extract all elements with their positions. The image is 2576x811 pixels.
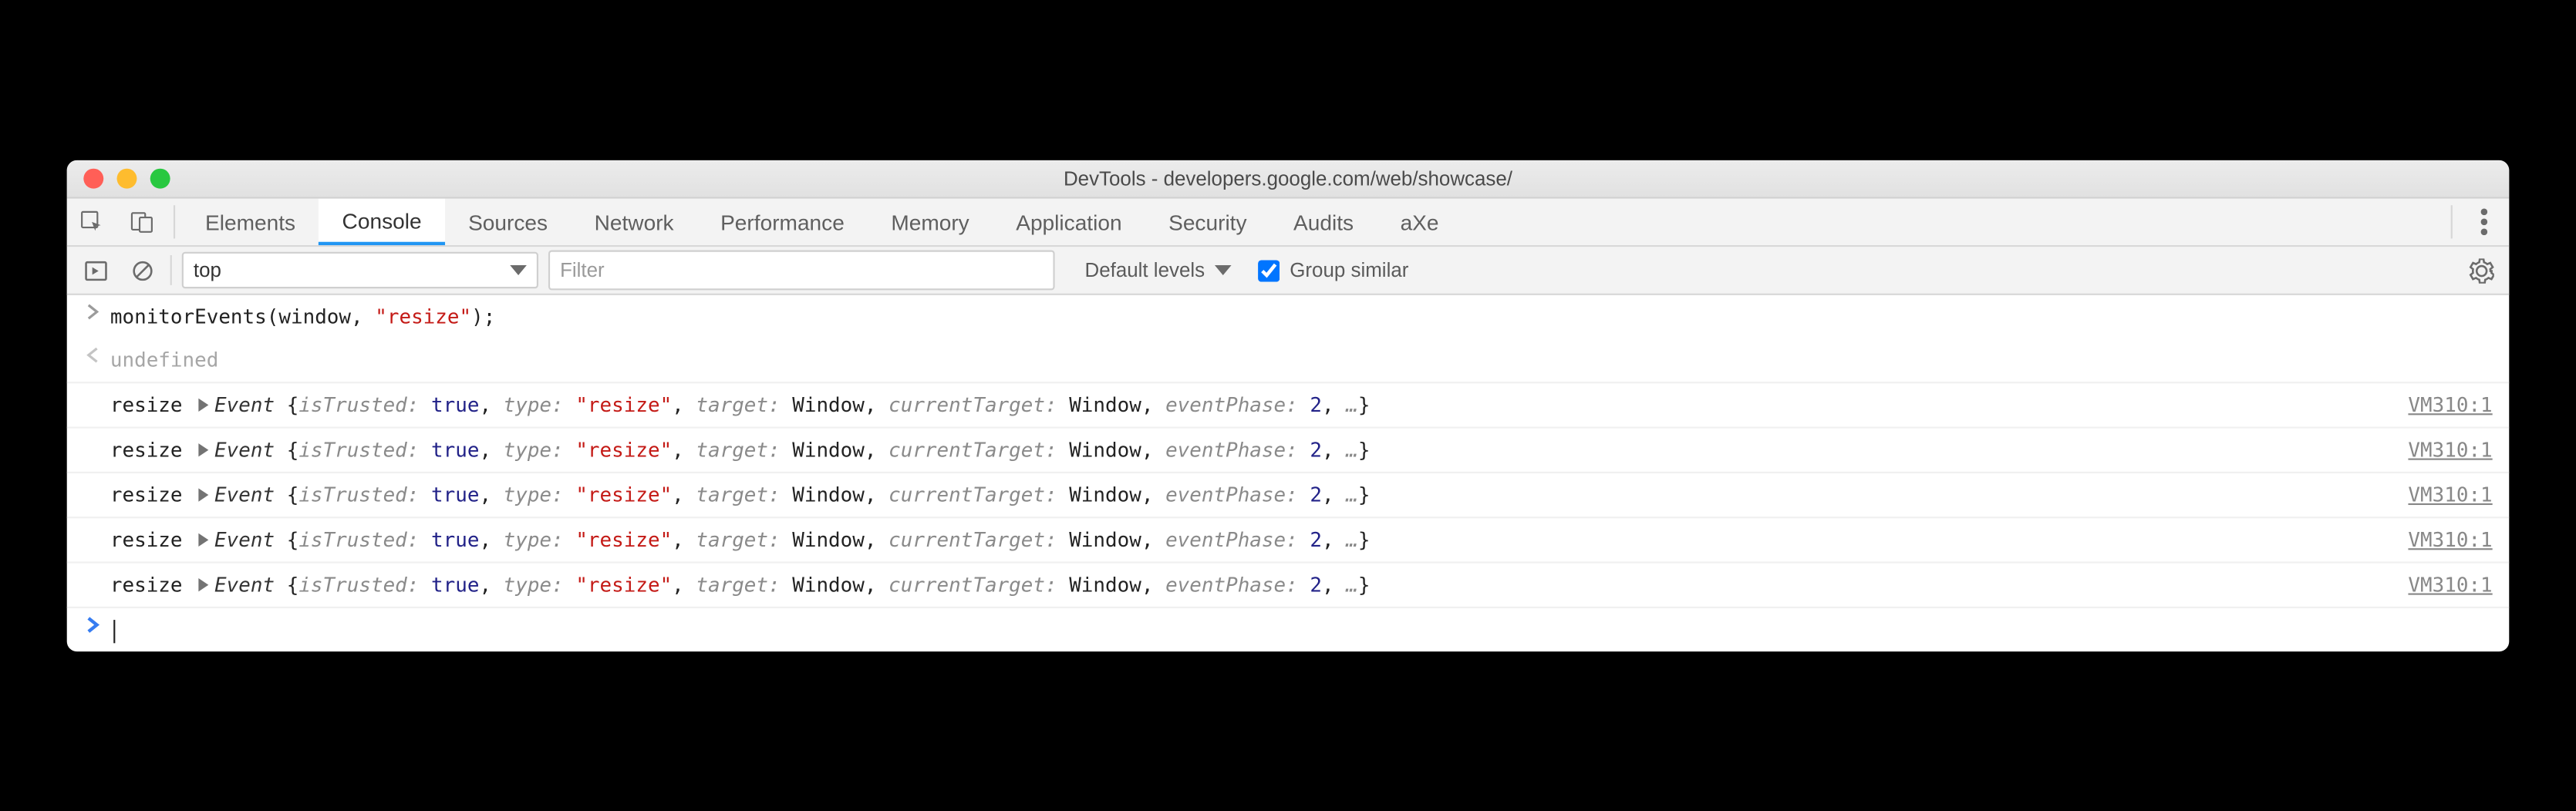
message-source-link[interactable]: VM310:1 [2382, 480, 2493, 510]
event-name: resize [110, 483, 194, 506]
console-log-row: resize Event {isTrusted: true, type: "re… [67, 563, 2510, 607]
console-log-row: resize Event {isTrusted: true, type: "re… [67, 473, 2510, 517]
row-gutter [77, 524, 110, 526]
console-return-value: undefined [110, 345, 2493, 375]
event-name: resize [110, 438, 194, 461]
prompt-chevron-icon [77, 614, 110, 633]
ellipsis: … [1346, 483, 1358, 506]
console-prompt-row[interactable] [67, 607, 2510, 651]
console-log-message[interactable]: resize Event {isTrusted: true, type: "re… [110, 435, 2382, 465]
console-prompt-input[interactable] [110, 614, 2493, 644]
tab-security[interactable]: Security [1145, 198, 1270, 244]
tab-performance[interactable]: Performance [697, 198, 868, 244]
console-filter-input[interactable] [548, 250, 1055, 290]
row-gutter [77, 480, 110, 481]
expand-arrow-icon[interactable] [197, 443, 207, 456]
expand-arrow-icon[interactable] [197, 578, 207, 591]
console-log-row: resize Event {isTrusted: true, type: "re… [67, 383, 2510, 428]
console-log-message[interactable]: resize Event {isTrusted: true, type: "re… [110, 570, 2382, 600]
object-class: Event [214, 573, 287, 596]
object-class: Event [214, 483, 287, 506]
dropdown-triangle-icon [1215, 264, 1232, 274]
row-gutter [77, 570, 110, 571]
execution-context-value: top [194, 258, 221, 281]
message-source-link[interactable]: VM310:1 [2382, 570, 2493, 600]
devtools-window: DevTools - developers.google.com/web/sho… [67, 160, 2510, 651]
output-chevron-icon [77, 345, 110, 363]
console-output: monitorEvents(window, "resize"); undefin… [67, 294, 2510, 651]
group-similar-checkbox[interactable]: Group similar [1258, 258, 1408, 281]
ellipsis: … [1346, 438, 1358, 461]
dropdown-triangle-icon [510, 264, 527, 274]
console-log-row: resize Event {isTrusted: true, type: "re… [67, 518, 2510, 563]
console-log-message[interactable]: resize Event {isTrusted: true, type: "re… [110, 389, 2382, 419]
group-similar-input[interactable] [1258, 259, 1280, 281]
input-chevron-icon [77, 301, 110, 320]
object-class: Event [214, 528, 287, 551]
window-title: DevTools - developers.google.com/web/sho… [1064, 167, 1512, 190]
console-input-text: monitorEvents(window, "resize"); [110, 301, 2493, 331]
console-input-echo: monitorEvents(window, "resize"); [67, 294, 2510, 338]
toggle-drawer-icon[interactable] [77, 251, 114, 288]
object-class: Event [214, 438, 287, 461]
titlebar: DevTools - developers.google.com/web/sho… [67, 160, 2510, 198]
ellipsis: … [1346, 393, 1358, 416]
text-cursor [113, 618, 115, 641]
tab-sources[interactable]: Sources [445, 198, 572, 244]
console-settings-icon[interactable] [2463, 251, 2500, 288]
row-gutter [77, 389, 110, 391]
more-menu-icon[interactable] [2459, 198, 2509, 244]
tab-axe[interactable]: aXe [1377, 198, 1462, 244]
object-class: Event [214, 393, 287, 416]
toolbar-separator [170, 255, 172, 285]
execution-context-select[interactable]: top [182, 251, 538, 288]
message-source-link[interactable]: VM310:1 [2382, 435, 2493, 465]
log-levels-label: Default levels [1084, 258, 1205, 281]
tab-console[interactable]: Console [319, 198, 445, 244]
zoom-window-button[interactable] [150, 168, 170, 188]
toolbar-separator [2451, 205, 2453, 238]
console-return-row: undefined [67, 338, 2510, 383]
clear-console-icon[interactable] [123, 251, 160, 288]
inspect-element-icon[interactable] [67, 198, 117, 244]
window-controls [83, 168, 170, 188]
expand-arrow-icon[interactable] [197, 488, 207, 501]
event-name: resize [110, 573, 194, 596]
tab-network[interactable]: Network [571, 198, 696, 244]
event-name: resize [110, 528, 194, 551]
message-source-link[interactable]: VM310:1 [2382, 389, 2493, 419]
ellipsis: … [1346, 573, 1358, 596]
devtools-tabstrip: ElementsConsoleSourcesNetworkPerformance… [67, 198, 2510, 247]
device-toggle-icon[interactable] [117, 198, 167, 244]
minimize-window-button[interactable] [117, 168, 137, 188]
tab-memory[interactable]: Memory [868, 198, 993, 244]
row-gutter [77, 435, 110, 436]
toolbar-separator [174, 205, 175, 238]
log-levels-select[interactable]: Default levels [1084, 258, 1231, 281]
console-log-message[interactable]: resize Event {isTrusted: true, type: "re… [110, 524, 2382, 554]
console-toolbar: top Default levels Group similar [67, 247, 2510, 295]
tab-audits[interactable]: Audits [1270, 198, 1377, 244]
console-log-row: resize Event {isTrusted: true, type: "re… [67, 428, 2510, 473]
event-name: resize [110, 393, 194, 416]
expand-arrow-icon[interactable] [197, 533, 207, 546]
expand-arrow-icon[interactable] [197, 398, 207, 411]
message-source-link[interactable]: VM310:1 [2382, 524, 2493, 554]
tab-application[interactable]: Application [993, 198, 1145, 244]
tab-elements[interactable]: Elements [182, 198, 319, 244]
close-window-button[interactable] [83, 168, 103, 188]
group-similar-label: Group similar [1290, 258, 1408, 281]
console-log-message[interactable]: resize Event {isTrusted: true, type: "re… [110, 480, 2382, 510]
ellipsis: … [1346, 528, 1358, 551]
